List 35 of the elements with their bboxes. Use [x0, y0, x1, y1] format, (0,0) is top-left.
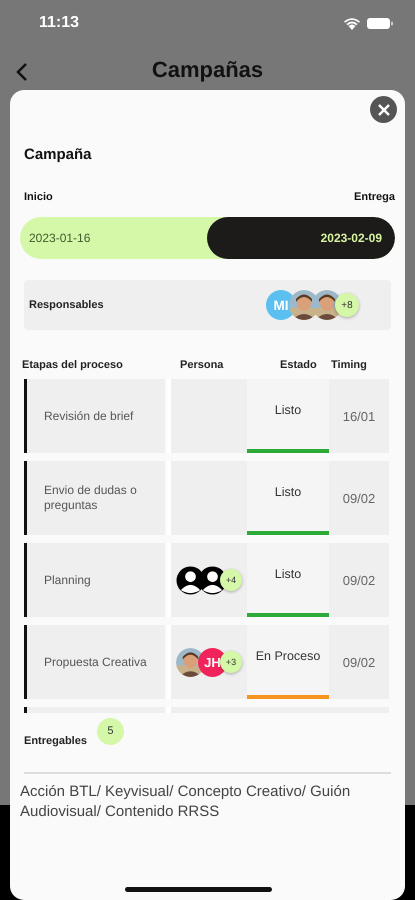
page-title: Campañas [152, 57, 264, 83]
column-header: Estado [279, 359, 318, 371]
close-icon [378, 104, 390, 116]
sheet-title: Campaña [24, 146, 93, 163]
start-label: Inicio [24, 191, 53, 203]
stage-cell: Planning [24, 543, 165, 617]
stage-cell: Envio de dudas o preguntas [24, 461, 165, 535]
end-label: Entrega [354, 191, 395, 203]
timing-cell: 09/02 [329, 543, 389, 617]
status-text: Listo [274, 484, 302, 501]
column-header: Persona [179, 359, 224, 371]
timing-cell: 16/01 [329, 379, 389, 453]
deliverables-label: Entregables [24, 735, 87, 747]
timing-cell: 09/02 [329, 461, 389, 535]
timing-cell: 09/02 [329, 625, 389, 699]
more-count: +3 [220, 651, 242, 673]
responsables-label: Responsables [29, 299, 105, 311]
battery-icon [367, 16, 393, 30]
more-count: +8 [335, 293, 359, 317]
wifi-icon [343, 16, 361, 30]
close-button[interactable] [370, 96, 397, 123]
status-text: En Proceso [254, 648, 322, 665]
start-date: 2023-01-16 [28, 231, 90, 245]
deliverables-text: Acción BTL/ Keyvisual/ Concepto Creativo/ Guión Audiovisual/ Contenido RRSS [20, 782, 352, 822]
more-count: +4 [220, 569, 242, 591]
status-text: Listo [274, 566, 302, 583]
end-date: 2023-02-09 [320, 231, 382, 245]
count-badge: 5 [96, 718, 124, 744]
back-icon [16, 62, 28, 82]
column-header: Etapas del proceso [22, 359, 124, 371]
status-text: Listo [274, 402, 302, 419]
status-time: 11:13 [39, 14, 80, 32]
stage-cell: Revisión de brief [24, 379, 165, 453]
stage-cell: Propuesta Creativa [24, 625, 165, 699]
column-header: Timing [330, 359, 368, 371]
